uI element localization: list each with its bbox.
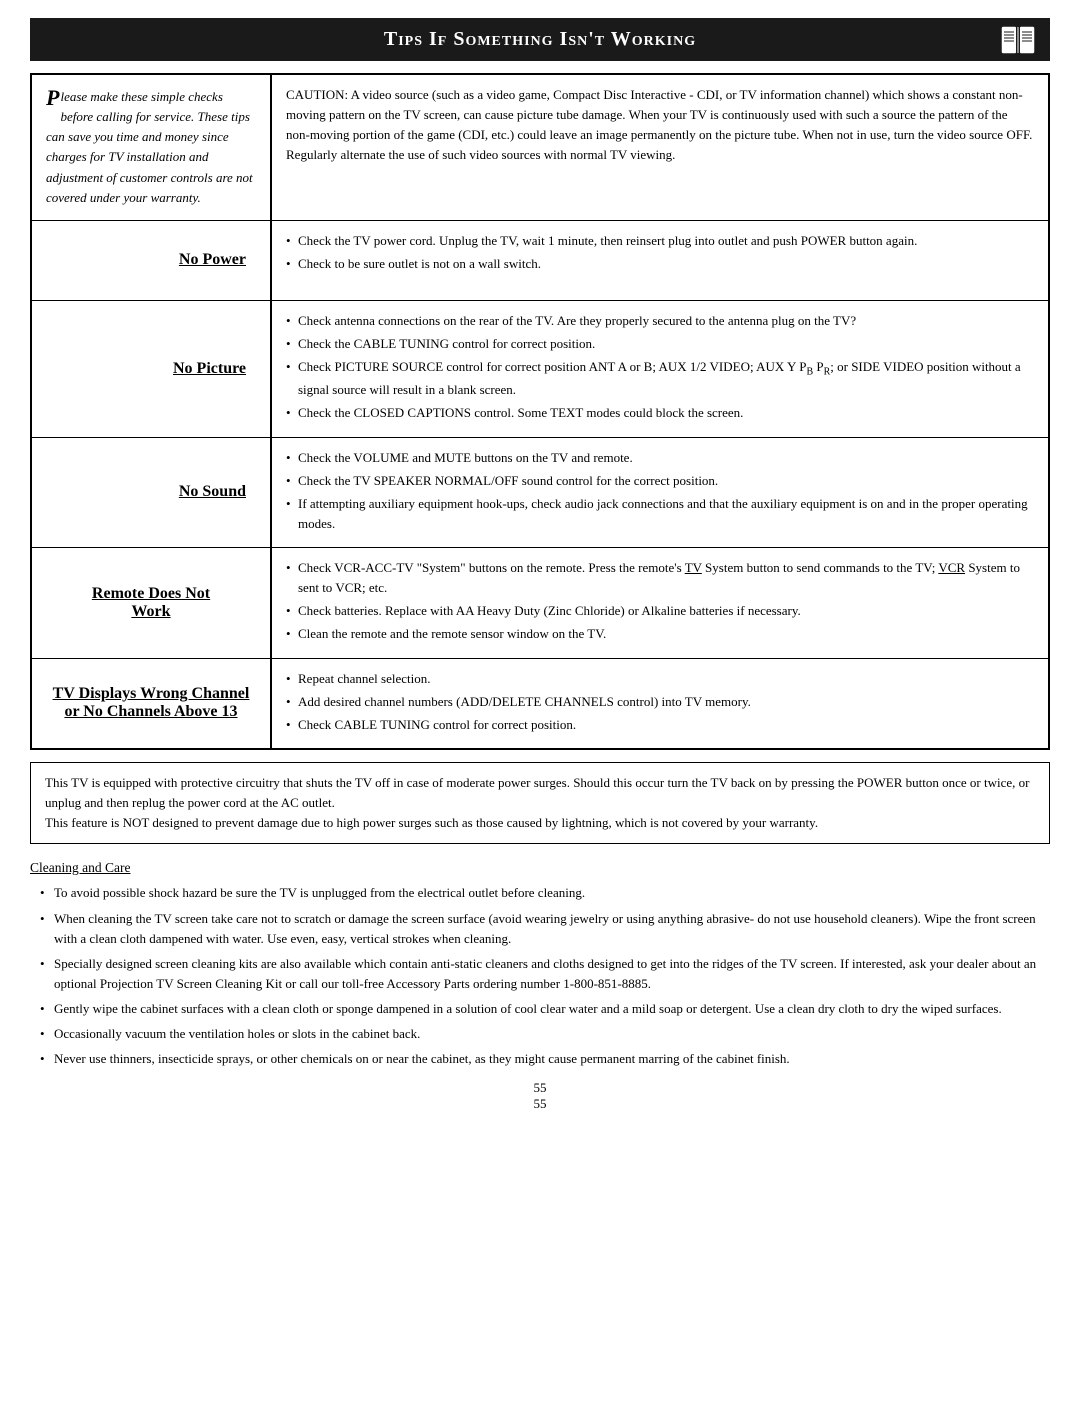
no-picture-list: Check antenna connections on the rear of… [286, 311, 1034, 424]
list-item: Specially designed screen cleaning kits … [40, 954, 1050, 994]
remote-details: Check VCR-ACC-TV "System" buttons on the… [272, 548, 1048, 658]
no-power-title: No Power [46, 251, 256, 269]
intro-text: Please make these simple checks before c… [46, 87, 256, 208]
no-power-label: No Power [32, 221, 272, 300]
channel-title: TV Displays Wrong Channel or No Channels… [46, 685, 256, 721]
no-sound-label: No Sound [32, 438, 272, 548]
no-picture-details: Check antenna connections on the rear of… [272, 301, 1048, 437]
channel-label: TV Displays Wrong Channel or No Channels… [32, 659, 272, 748]
remote-title: Remote Does NotWork [46, 585, 256, 621]
no-picture-title: No Picture [46, 360, 256, 378]
list-item: Check VCR-ACC-TV "System" buttons on the… [286, 558, 1034, 598]
list-item: Repeat channel selection. [286, 669, 1034, 689]
page-title: Tips If Something Isn't Working [384, 28, 696, 51]
channel-row: TV Displays Wrong Channel or No Channels… [32, 658, 1048, 748]
list-item: Check PICTURE SOURCE control for correct… [286, 357, 1034, 400]
page-number: 55 55 [0, 1080, 1080, 1112]
no-power-row: No Power Check the TV power cord. Unplug… [32, 220, 1048, 300]
cleaning-section: Cleaning and Care To avoid possible shoc… [30, 858, 1050, 1069]
no-sound-details: Check the VOLUME and MUTE buttons on the… [272, 438, 1048, 548]
channel-list: Repeat channel selection. Add desired ch… [286, 669, 1034, 735]
no-power-details: Check the TV power cord. Unplug the TV, … [272, 221, 1048, 300]
no-sound-list: Check the VOLUME and MUTE buttons on the… [286, 448, 1034, 535]
list-item: Check CABLE TUNING control for correct p… [286, 715, 1034, 735]
remote-list: Check VCR-ACC-TV "System" buttons on the… [286, 558, 1034, 645]
no-picture-row: No Picture Check antenna connections on … [32, 300, 1048, 437]
no-sound-row: No Sound Check the VOLUME and MUTE butto… [32, 437, 1048, 548]
remote-row: Remote Does NotWork Check VCR-ACC-TV "Sy… [32, 547, 1048, 658]
list-item: Occasionally vacuum the ventilation hole… [40, 1024, 1050, 1044]
list-item: Check the CLOSED CAPTIONS control. Some … [286, 403, 1034, 423]
list-item: To avoid possible shock hazard be sure t… [40, 883, 1050, 903]
list-item: Check the CABLE TUNING control for corre… [286, 334, 1034, 354]
list-item: Check antenna connections on the rear of… [286, 311, 1034, 331]
list-item: Check the TV SPEAKER NORMAL/OFF sound co… [286, 471, 1034, 491]
intro-row: Please make these simple checks before c… [32, 75, 1048, 220]
cleaning-title: Cleaning and Care [30, 858, 1050, 879]
page-header: Tips If Something Isn't Working [30, 18, 1050, 61]
list-item: Check the VOLUME and MUTE buttons on the… [286, 448, 1034, 468]
no-sound-title: No Sound [46, 483, 256, 501]
intro-panel: Please make these simple checks before c… [32, 75, 272, 220]
power-surge-box: This TV is equipped with protective circ… [30, 762, 1050, 844]
channel-details: Repeat channel selection. Add desired ch… [272, 659, 1048, 748]
list-item: When cleaning the TV screen take care no… [40, 909, 1050, 949]
list-item: Never use thinners, insecticide sprays, … [40, 1049, 1050, 1069]
no-power-list: Check the TV power cord. Unplug the TV, … [286, 231, 1034, 274]
remote-label: Remote Does NotWork [32, 548, 272, 658]
drop-cap: P [46, 87, 59, 109]
list-item: Check the TV power cord. Unplug the TV, … [286, 231, 1034, 251]
list-item: If attempting auxiliary equipment hook-u… [286, 494, 1034, 534]
power-surge-text: This TV is equipped with protective circ… [45, 773, 1035, 833]
list-item: Check to be sure outlet is not on a wall… [286, 254, 1034, 274]
no-picture-label: No Picture [32, 301, 272, 437]
main-tips-table: Please make these simple checks before c… [30, 73, 1050, 750]
caution-text: CAUTION: A video source (such as a video… [272, 75, 1048, 220]
list-item: Check batteries. Replace with AA Heavy D… [286, 601, 1034, 621]
list-item: Gently wipe the cabinet surfaces with a … [40, 999, 1050, 1019]
list-item: Add desired channel numbers (ADD/DELETE … [286, 692, 1034, 712]
cleaning-list: To avoid possible shock hazard be sure t… [30, 883, 1050, 1069]
list-item: Clean the remote and the remote sensor w… [286, 624, 1034, 644]
book-icon [1000, 25, 1036, 55]
